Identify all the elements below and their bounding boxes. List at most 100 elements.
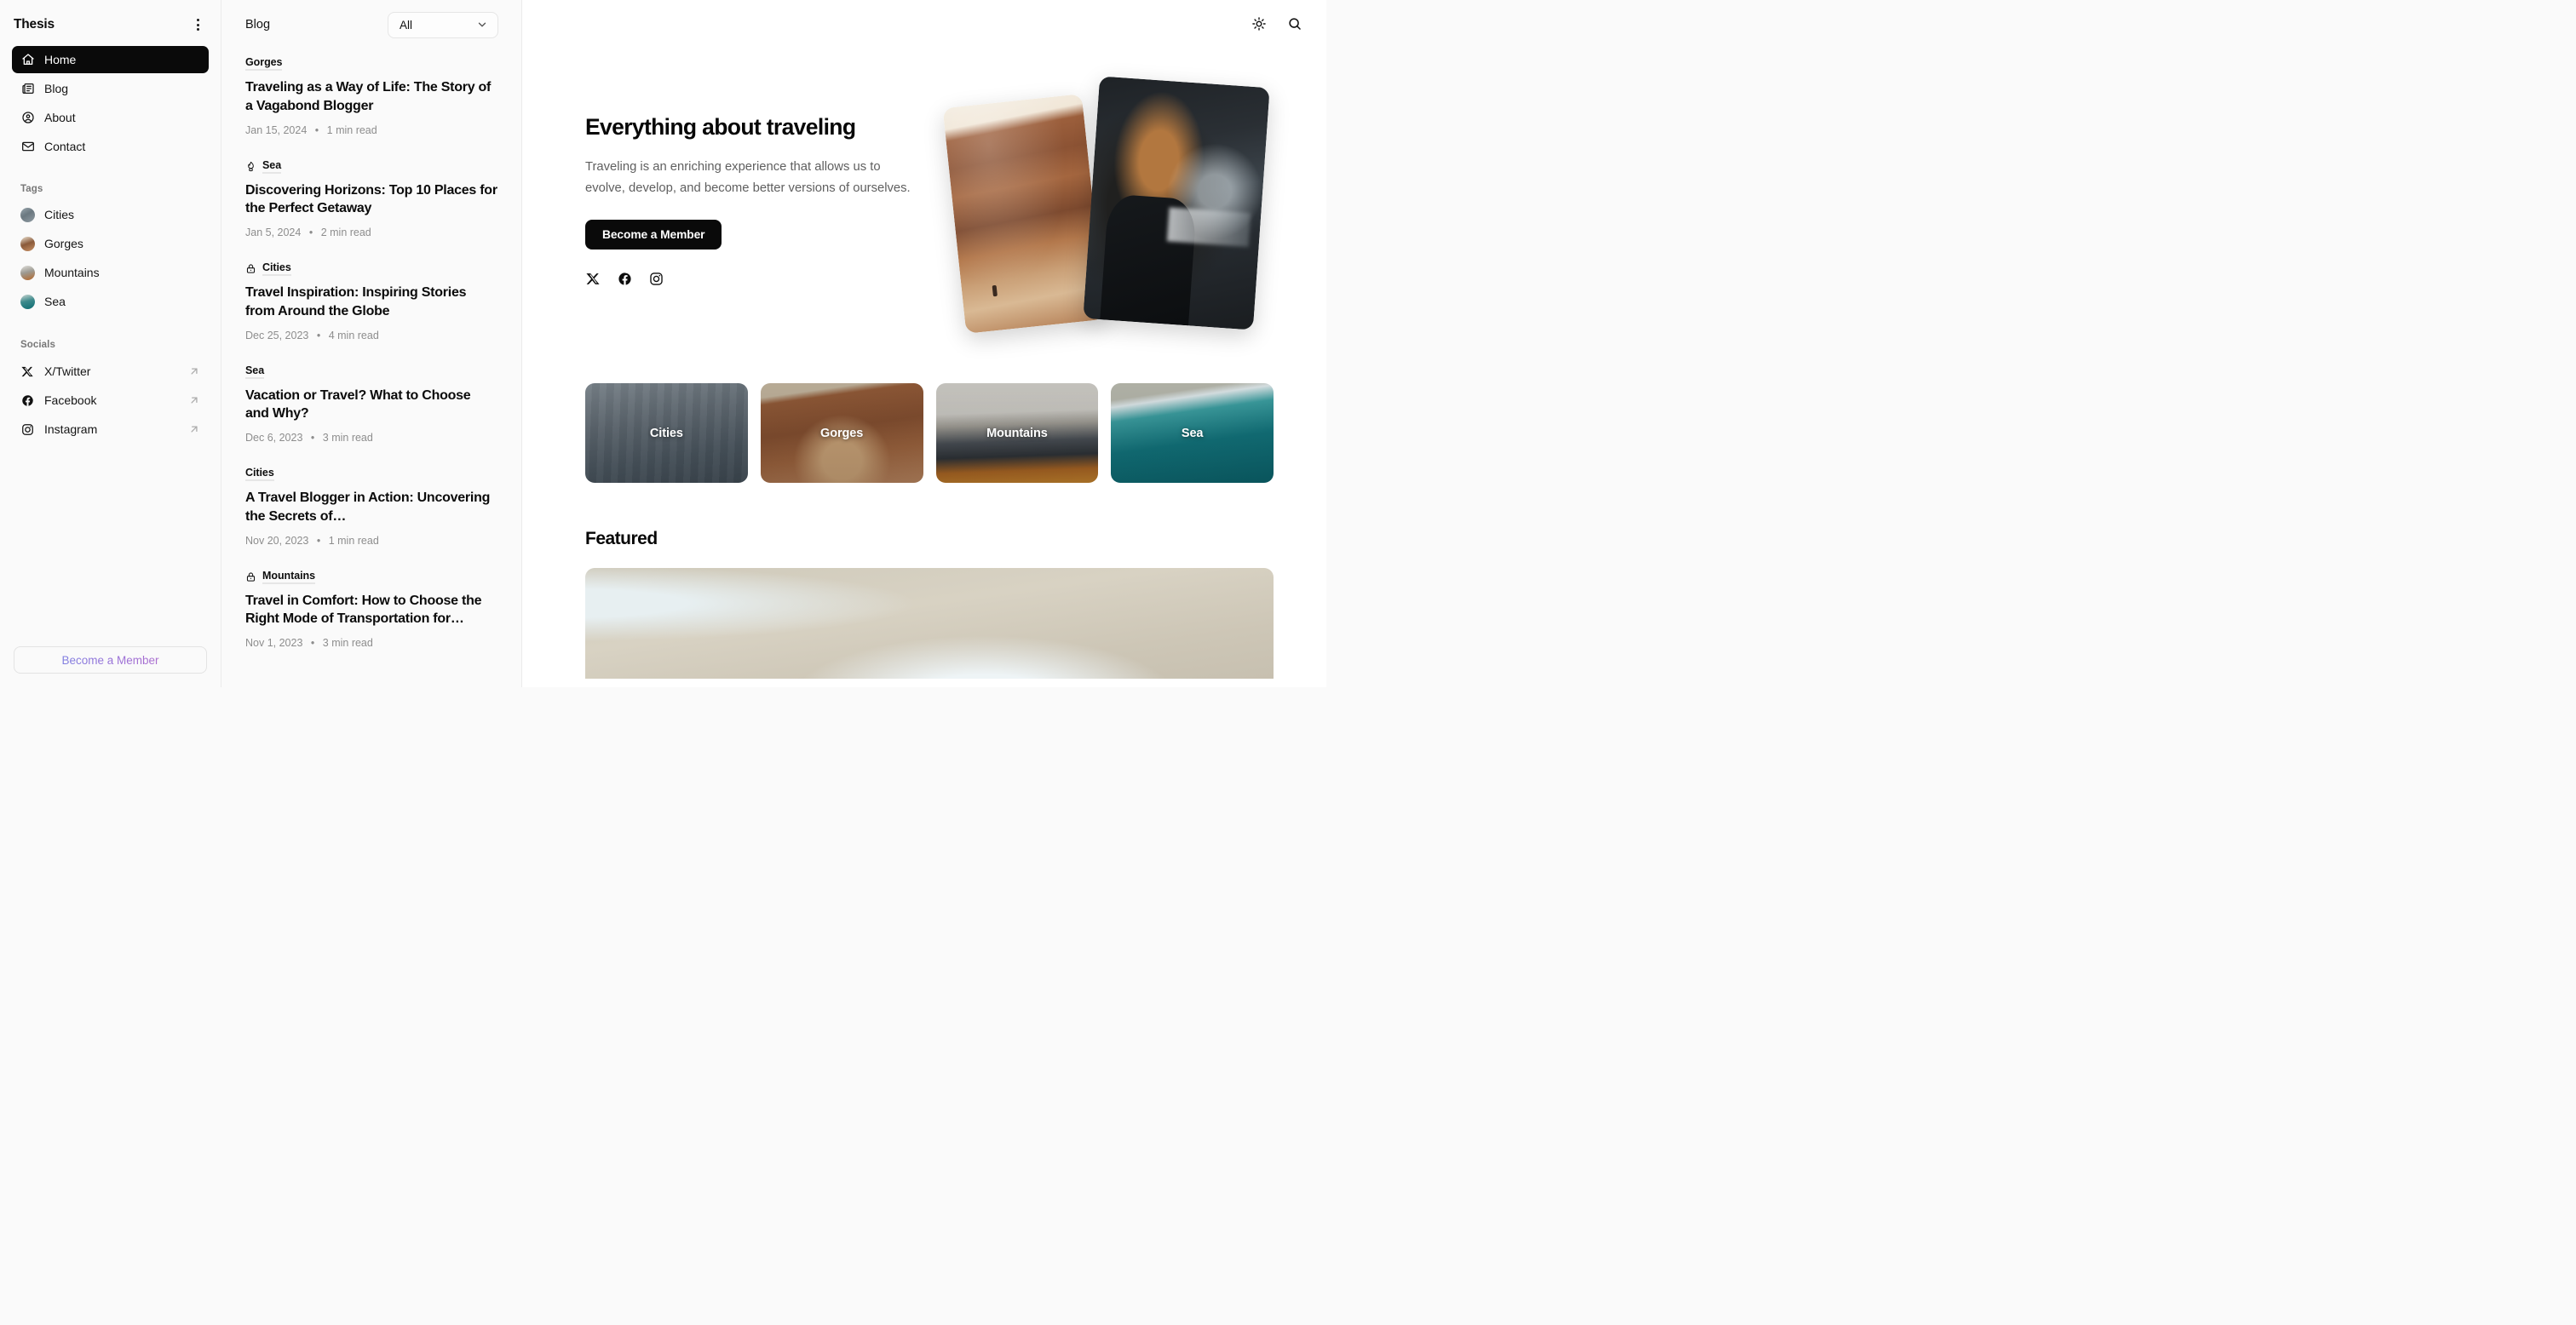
search-icon — [1289, 18, 1301, 30]
meta-separator: • — [310, 432, 315, 444]
sidebar-item-label: Blog — [44, 82, 69, 95]
post-date: Jan 15, 2024 — [245, 123, 308, 136]
instagram-icon — [20, 422, 35, 437]
main-content: Everything about traveling Traveling is … — [522, 0, 1326, 687]
blog-post-item[interactable]: Mountains Travel in Comfort: How to Choo… — [245, 570, 497, 650]
post-meta: Dec 25, 2023 • 4 min read — [245, 330, 497, 341]
post-title: Travel in Comfort: How to Choose the Rig… — [245, 593, 482, 627]
post-category: Sea — [245, 364, 497, 379]
envelope-icon — [20, 140, 35, 154]
sidebar-item-label: Contact — [44, 140, 86, 153]
sidebar-header: Thesis — [0, 0, 221, 36]
meta-separator: • — [316, 329, 321, 341]
sidebar-item-about[interactable]: About — [12, 104, 209, 131]
sidebar-item-blog[interactable]: Blog — [12, 75, 209, 102]
sidebar-tag-gorges[interactable]: Gorges — [0, 231, 221, 256]
socials-list: X/Twitter Facebook Instagram — [0, 358, 221, 445]
post-category: Mountains — [245, 570, 497, 584]
blog-post-item[interactable]: Sea Vacation or Travel? What to Choose a… — [245, 364, 497, 444]
tag-label: Mountains — [44, 266, 100, 279]
instagram-icon — [649, 272, 663, 285]
post-category-label: Gorges — [245, 56, 283, 71]
hero-social-facebook[interactable] — [617, 272, 632, 287]
sidebar-tag-sea[interactable]: Sea — [0, 289, 221, 314]
category-card-sea[interactable]: Sea — [1111, 383, 1274, 483]
blog-list-panel: Blog All Gorges Traveling as a Way of Li… — [221, 0, 522, 687]
post-date: Dec 25, 2023 — [245, 329, 309, 341]
sidebar-footer: Become a Member — [0, 634, 221, 687]
meta-separator: • — [308, 227, 313, 238]
sea-thumbnail-icon — [20, 294, 35, 309]
category-card-label: Gorges — [820, 426, 864, 440]
post-date: Dec 6, 2023 — [245, 432, 303, 444]
post-category-label: Sea — [245, 364, 264, 379]
blog-posts-list: Gorges Traveling as a Way of Life: The S… — [221, 49, 521, 649]
category-card-gorges[interactable]: Gorges — [760, 383, 923, 483]
lock-icon — [246, 571, 256, 582]
meta-separator: • — [310, 637, 315, 649]
primary-nav: Home Blog About Contact — [0, 36, 221, 162]
hero-social-x-twitter[interactable] — [585, 272, 601, 287]
external-link-icon — [191, 397, 198, 404]
category-filter-select[interactable]: All — [388, 11, 498, 38]
sidebar-tag-mountains[interactable]: Mountains — [0, 260, 221, 285]
post-category-label: Cities — [245, 467, 274, 481]
sidebar-social-x-twitter[interactable]: X/Twitter — [0, 358, 221, 385]
category-card-label: Mountains — [986, 426, 1048, 440]
man-portrait-waterfall-photo — [1083, 76, 1270, 330]
blog-post-item[interactable]: Cities Travel Inspiration: Inspiring Sto… — [245, 261, 497, 341]
category-filter-value: All — [400, 18, 413, 32]
sidebar-item-home[interactable]: Home — [12, 46, 209, 73]
post-category: Sea — [245, 159, 497, 174]
post-read-time: 1 min read — [328, 534, 379, 547]
tags-section-label: Tags — [20, 184, 43, 194]
category-card-cities[interactable]: Cities — [585, 383, 748, 483]
meta-separator: • — [314, 123, 319, 136]
post-category: Cities — [245, 261, 497, 276]
category-card-mountains[interactable]: Mountains — [935, 383, 1099, 483]
post-title: Traveling as a Way of Life: The Story of… — [245, 80, 492, 113]
blog-post-item[interactable]: Cities A Travel Blogger in Action: Uncov… — [245, 467, 497, 547]
become-a-member-button-hero[interactable]: Become a Member — [585, 219, 722, 250]
hero-social-instagram[interactable] — [648, 272, 664, 287]
kebab-menu-icon[interactable] — [188, 15, 207, 34]
post-category-label: Cities — [262, 261, 291, 276]
meta-separator: • — [316, 534, 321, 547]
post-meta: Nov 1, 2023 • 3 min read — [245, 637, 497, 649]
post-title: Vacation or Travel? What to Choose and W… — [245, 387, 471, 422]
external-link-icon — [191, 368, 198, 375]
hero-text-block: Everything about traveling Traveling is … — [585, 78, 927, 287]
chevron-down-icon — [478, 22, 486, 27]
search-button[interactable] — [1285, 14, 1304, 33]
sun-icon — [1252, 17, 1266, 31]
post-meta: Nov 20, 2023 • 1 min read — [245, 535, 497, 547]
blog-list-title: Blog — [245, 18, 271, 32]
blog-post-item[interactable]: Gorges Traveling as a Way of Life: The S… — [245, 56, 497, 136]
post-date: Jan 5, 2024 — [245, 227, 302, 238]
post-read-time: 1 min read — [326, 123, 377, 136]
sidebar-social-facebook[interactable]: Facebook — [0, 387, 221, 414]
blog-post-item[interactable]: Sea Discovering Horizons: Top 10 Places … — [245, 159, 497, 239]
sidebar-tag-cities[interactable]: Cities — [0, 202, 221, 227]
sidebar-item-contact[interactable]: Contact — [12, 133, 209, 160]
post-date: Nov 20, 2023 — [245, 534, 309, 547]
external-link-icon — [191, 426, 198, 433]
become-a-member-button-sidebar[interactable]: Become a Member — [14, 646, 207, 674]
newspaper-icon — [20, 82, 35, 96]
hero-subtitle: Traveling is an enriching experience tha… — [585, 160, 911, 195]
featured-heading: Featured — [585, 529, 658, 548]
top-bar — [522, 0, 1326, 48]
sidebar-social-instagram[interactable]: Instagram — [0, 416, 221, 443]
featured-beach-photo[interactable] — [585, 568, 1274, 679]
facebook-icon — [618, 272, 631, 285]
hero-section: Everything about traveling Traveling is … — [522, 48, 1326, 346]
gorge-canyon-photo — [942, 94, 1106, 334]
theme-toggle-button[interactable] — [1250, 14, 1268, 33]
sidebar-item-label: Home — [44, 53, 77, 66]
post-category-label: Mountains — [262, 570, 315, 584]
post-title: Travel Inspiration: Inspiring Stories fr… — [245, 285, 467, 318]
post-meta: Dec 6, 2023 • 3 min read — [245, 432, 497, 444]
social-label: X/Twitter — [44, 364, 91, 378]
post-category: Gorges — [245, 56, 497, 71]
post-title: A Travel Blogger in Action: Uncovering t… — [245, 490, 491, 524]
